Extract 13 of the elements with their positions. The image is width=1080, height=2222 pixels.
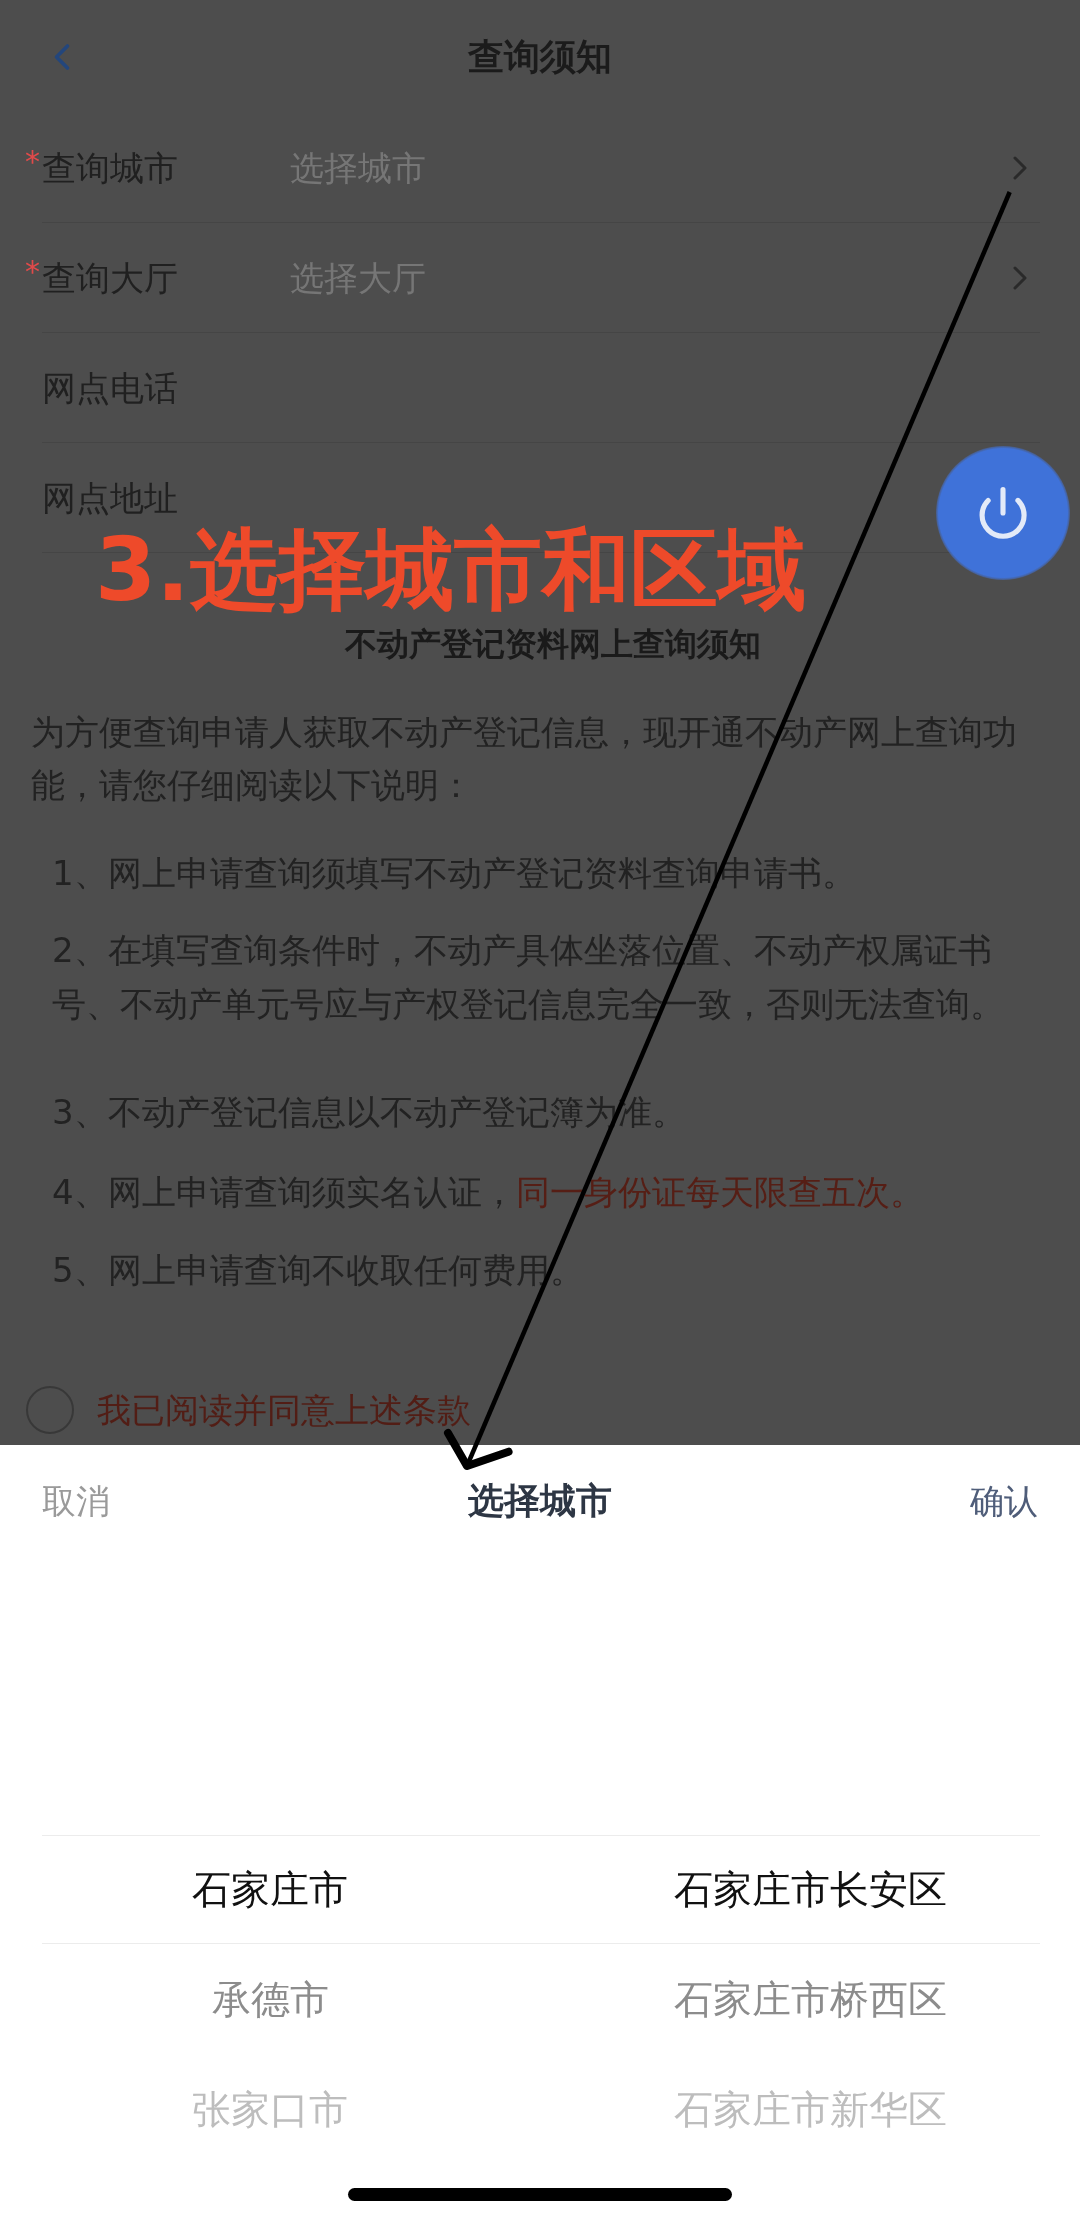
picker-option[interactable]: 石家庄市桥西区 (673, 1974, 947, 2026)
confirm-button[interactable]: 确认 (970, 1478, 1038, 1524)
sheet-title: 选择城市 (468, 1479, 612, 1523)
picker-option[interactable]: 石家庄市 (192, 1864, 348, 1916)
cancel-button[interactable]: 取消 (42, 1478, 110, 1524)
picker-option[interactable]: 承德市 (211, 1974, 329, 2026)
required-mark: * (25, 147, 40, 177)
annotation-text: 3.选择城市和区域 (95, 524, 806, 616)
agreement-label: 我已阅读并同意上述条款 (97, 1389, 471, 1432)
picker-option[interactable]: 石家庄市长安区 (673, 1864, 947, 1916)
picker-option[interactable]: 石家庄市新华区 (673, 2084, 947, 2136)
picker-option[interactable]: 张家口市 (192, 2084, 348, 2136)
required-mark: * (25, 257, 40, 287)
